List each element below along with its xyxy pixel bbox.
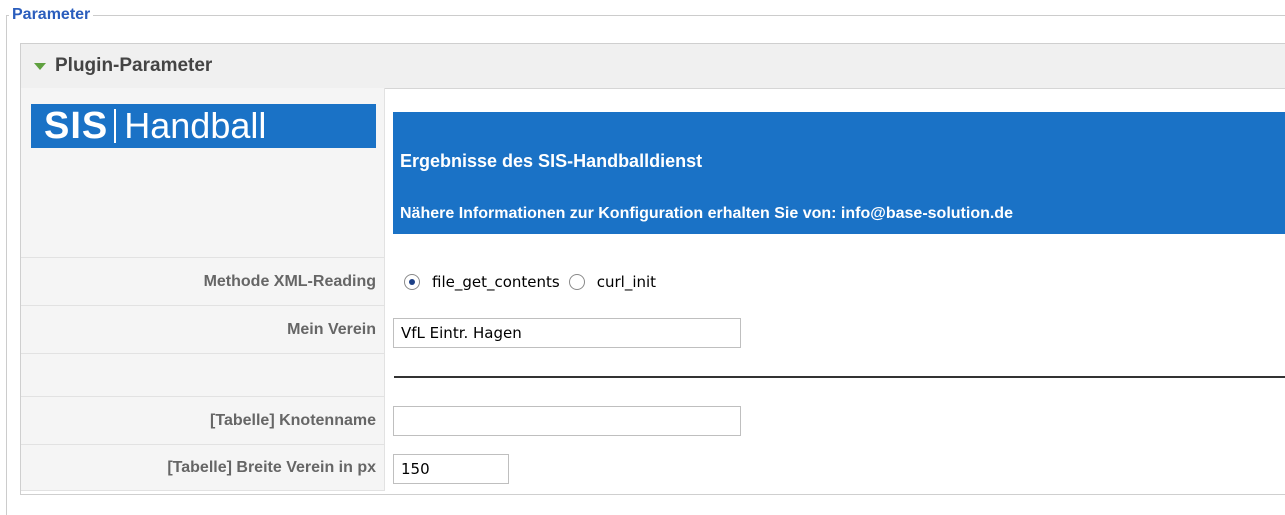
verein-input[interactable]	[393, 318, 741, 348]
panel-title: Plugin-Parameter	[55, 55, 213, 76]
info-banner: Ergebnisse des SIS-Handballdienst Nähere…	[393, 112, 1285, 234]
breite-label: [Tabelle] Breite Verein in px	[167, 458, 376, 476]
verein-label: Mein Verein	[287, 320, 376, 338]
parameter-legend: Parameter	[9, 5, 94, 25]
option-label-file-get-contents: file_get_contents	[432, 273, 560, 291]
method-row: Methode XML-Reading file_get_contents cu…	[21, 258, 1285, 306]
expand-triangle-icon	[34, 62, 46, 70]
knotenname-input[interactable]	[393, 406, 741, 436]
radio-file-get-contents[interactable]	[404, 274, 420, 290]
breite-row: [Tabelle] Breite Verein in px	[21, 445, 1285, 491]
breite-input[interactable]	[393, 454, 509, 484]
method-label: Methode XML-Reading	[203, 272, 376, 290]
panel-header-toggle[interactable]: Plugin-Parameter	[21, 44, 1285, 89]
separator-line	[394, 376, 1285, 378]
option-label-curl-init: curl_init	[596, 273, 657, 291]
radio-curl-init[interactable]	[568, 274, 585, 290]
method-radio-group: file_get_contents curl_init	[404, 258, 665, 306]
banner-title: Ergebnisse des SIS-Handballdienst	[400, 151, 703, 171]
plugin-parameter-panel: Plugin-Parameter SIS Handball Ergebnisse…	[20, 43, 1285, 495]
sis-handball-logo: SIS Handball	[31, 104, 376, 148]
knotenname-label: [Tabelle] Knotenname	[210, 411, 376, 429]
banner-info: Nähere Informationen zur Konfiguration e…	[400, 205, 1013, 222]
